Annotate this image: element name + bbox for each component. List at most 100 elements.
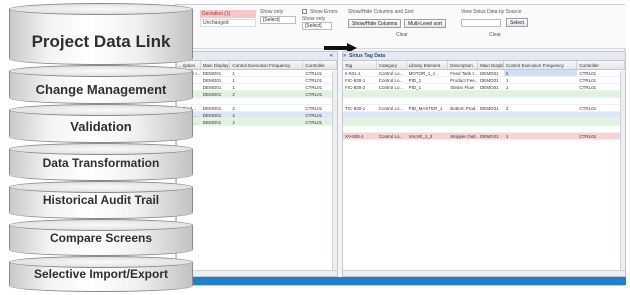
cell: 1 [232, 78, 235, 83]
segment-top [9, 143, 193, 155]
show-errors-checkbox[interactable] [302, 9, 307, 14]
left-grid-title [177, 52, 337, 61]
cell: PID_MASTER_1 [408, 106, 443, 111]
segment-label: Validation [70, 119, 132, 134]
segment-top [9, 181, 193, 193]
cell: Bottom Prod... [450, 106, 479, 111]
table-row[interactable]: ...Strip... DEMO01 2 CTRL01 [177, 119, 337, 126]
cell: Feed Tank t... [450, 71, 478, 76]
segment-bottom [9, 169, 193, 181]
cell: DEMO01 [202, 78, 222, 83]
right-grid-header: Tag Category Library Element Description… [343, 61, 625, 70]
cell: FIC-830-1 [345, 78, 366, 83]
cell: PID_1 [408, 78, 422, 83]
cell: PID_1 [408, 85, 422, 90]
segment-bottom [9, 244, 193, 256]
cell: CTRL01 [579, 106, 597, 111]
segment-label: Compare Screens [49, 231, 153, 245]
cell: DEMO01 [480, 71, 499, 76]
cell: CTRL01 [579, 71, 597, 76]
source-select[interactable] [461, 19, 501, 27]
comparison-screen: Deviation (1) Unchanged Show only [Selec… [175, 4, 626, 286]
segment-data-transformation: Data Transformation [9, 143, 193, 181]
cell: CTRL01 [579, 134, 597, 139]
clear-link-2[interactable]: Clear [489, 32, 501, 38]
show-errors-label: Show Errors [310, 9, 338, 15]
column-header[interactable]: Main Display [201, 61, 231, 69]
cell: Control Lo... [378, 78, 404, 83]
table-row[interactable]: ...Prod... DEMO01 2 CTRL01 [177, 105, 337, 112]
column-header[interactable]: Description [448, 61, 479, 69]
view-source-label: View Sirius Data by Source [461, 9, 522, 15]
segment-bottom [9, 53, 193, 65]
collapse-left-icon[interactable]: « [330, 52, 333, 61]
segment-top [9, 65, 193, 77]
multi-level-sort-button[interactable]: Multi-Level sort [404, 19, 446, 28]
segment-validation: Validation [9, 104, 193, 143]
column-header[interactable]: Library Element [407, 61, 449, 69]
table-row[interactable]: FIC-830-1 Control Lo... PID_1 Product Fe… [343, 77, 625, 84]
cell: CTRL01 [579, 78, 597, 83]
cell: 1 [505, 134, 509, 139]
show-only-select[interactable]: [Select] [260, 16, 296, 24]
table-row[interactable] [343, 119, 625, 126]
clear-link[interactable]: Clear [396, 32, 408, 38]
cell: DEMO01 [480, 106, 499, 111]
table-row[interactable]: ...Flow DEMO01 1 CTRL01 [177, 77, 337, 84]
column-header[interactable]: Controller [303, 61, 337, 69]
cell: DEMO01 [202, 113, 222, 118]
table-row[interactable]: ...ht DEMO01 2 CTRL01 [177, 91, 337, 98]
column-header[interactable]: Category [377, 61, 407, 69]
cell: FIC-830-2 [345, 85, 366, 90]
cell: Steam Flow [450, 85, 475, 90]
table-row[interactable]: XV-830-1 Control Lo... VALVE_1_2 Strippe… [343, 133, 625, 140]
table-row[interactable]: ...Flow DEMO01 1 CTRL01 [177, 84, 337, 91]
table-row[interactable]: II-831-1 Control Lo... MOTOR_1_1 Feed Ta… [343, 70, 625, 77]
show-hide-columns-button[interactable]: Show/Hide Columns [348, 19, 402, 28]
table-row[interactable]: FIC-830-2 Control Lo... PID_1 Steam Flow… [343, 84, 625, 91]
sirius-tag-grid: Sirius Tag Data » Tag Category Library E… [342, 51, 626, 277]
cell: 2 [232, 113, 235, 118]
feature-cylinder-stack: Project Data Link Change Management Vali… [9, 3, 193, 293]
deviation-filter[interactable]: Deviation (1) [200, 10, 256, 18]
vertical-scrollbar[interactable] [620, 71, 625, 270]
cell: VALVE_1_2 [408, 134, 433, 139]
cell: Control Lo... [378, 85, 404, 90]
segment-project-data-link: Project Data Link [9, 3, 193, 65]
cell: DEMO01 [202, 106, 222, 111]
segment-top [9, 219, 193, 231]
segment-label: Historical Audit Trail [42, 193, 160, 207]
cell: TIC-830-1 [345, 106, 366, 111]
table-row[interactable]: TIC-830-1 Control Lo... PID_MASTER_1 Bot… [343, 105, 625, 112]
cell: DEMO01 [202, 71, 222, 76]
cell: DEMO01 [202, 120, 222, 125]
filter-toolbar: Deviation (1) Unchanged Show only [Selec… [176, 5, 626, 49]
table-row[interactable] [343, 112, 625, 119]
status-bar [176, 277, 626, 285]
column-header[interactable]: Tag [343, 61, 377, 69]
table-row[interactable]: Sample t... DEMO01 1 CTRL01 [177, 70, 337, 77]
horizontal-scrollbar[interactable] [177, 270, 337, 276]
segment-compare-screens: Compare Screens [9, 219, 193, 256]
cell: Control Lo... [378, 71, 404, 76]
expand-right-icon[interactable]: » [343, 52, 346, 61]
column-header[interactable]: Control Execution Frequency [230, 61, 304, 69]
project-data-grid: « ...ription Main Display Control Execut… [176, 51, 338, 277]
show-only-select-2[interactable]: [Select] [302, 22, 332, 30]
segment-historical-audit-trail: Historical Audit Trail [9, 181, 193, 219]
table-row[interactable]: ...Prod... DEMO01 2 CTRL01 [177, 112, 337, 119]
table-row[interactable] [343, 91, 625, 98]
segment-label: Selective Import/Export [33, 267, 169, 281]
vertical-scrollbar[interactable] [332, 71, 337, 270]
segment-selective-import-export: Selective Import/Export [9, 256, 193, 293]
cell: DEMO01 [480, 78, 499, 83]
column-header[interactable]: Controller [577, 61, 625, 69]
cell: CTRL01 [579, 85, 597, 90]
segment-bottom [9, 207, 193, 219]
column-header[interactable]: Main Display [478, 61, 504, 69]
cell: 1 [232, 85, 235, 90]
column-header[interactable]: Control Execution Frequency [504, 61, 578, 69]
select-button[interactable]: Select [506, 18, 528, 27]
horizontal-scrollbar[interactable] [343, 270, 625, 276]
unchanged-filter[interactable]: Unchanged [200, 19, 256, 27]
